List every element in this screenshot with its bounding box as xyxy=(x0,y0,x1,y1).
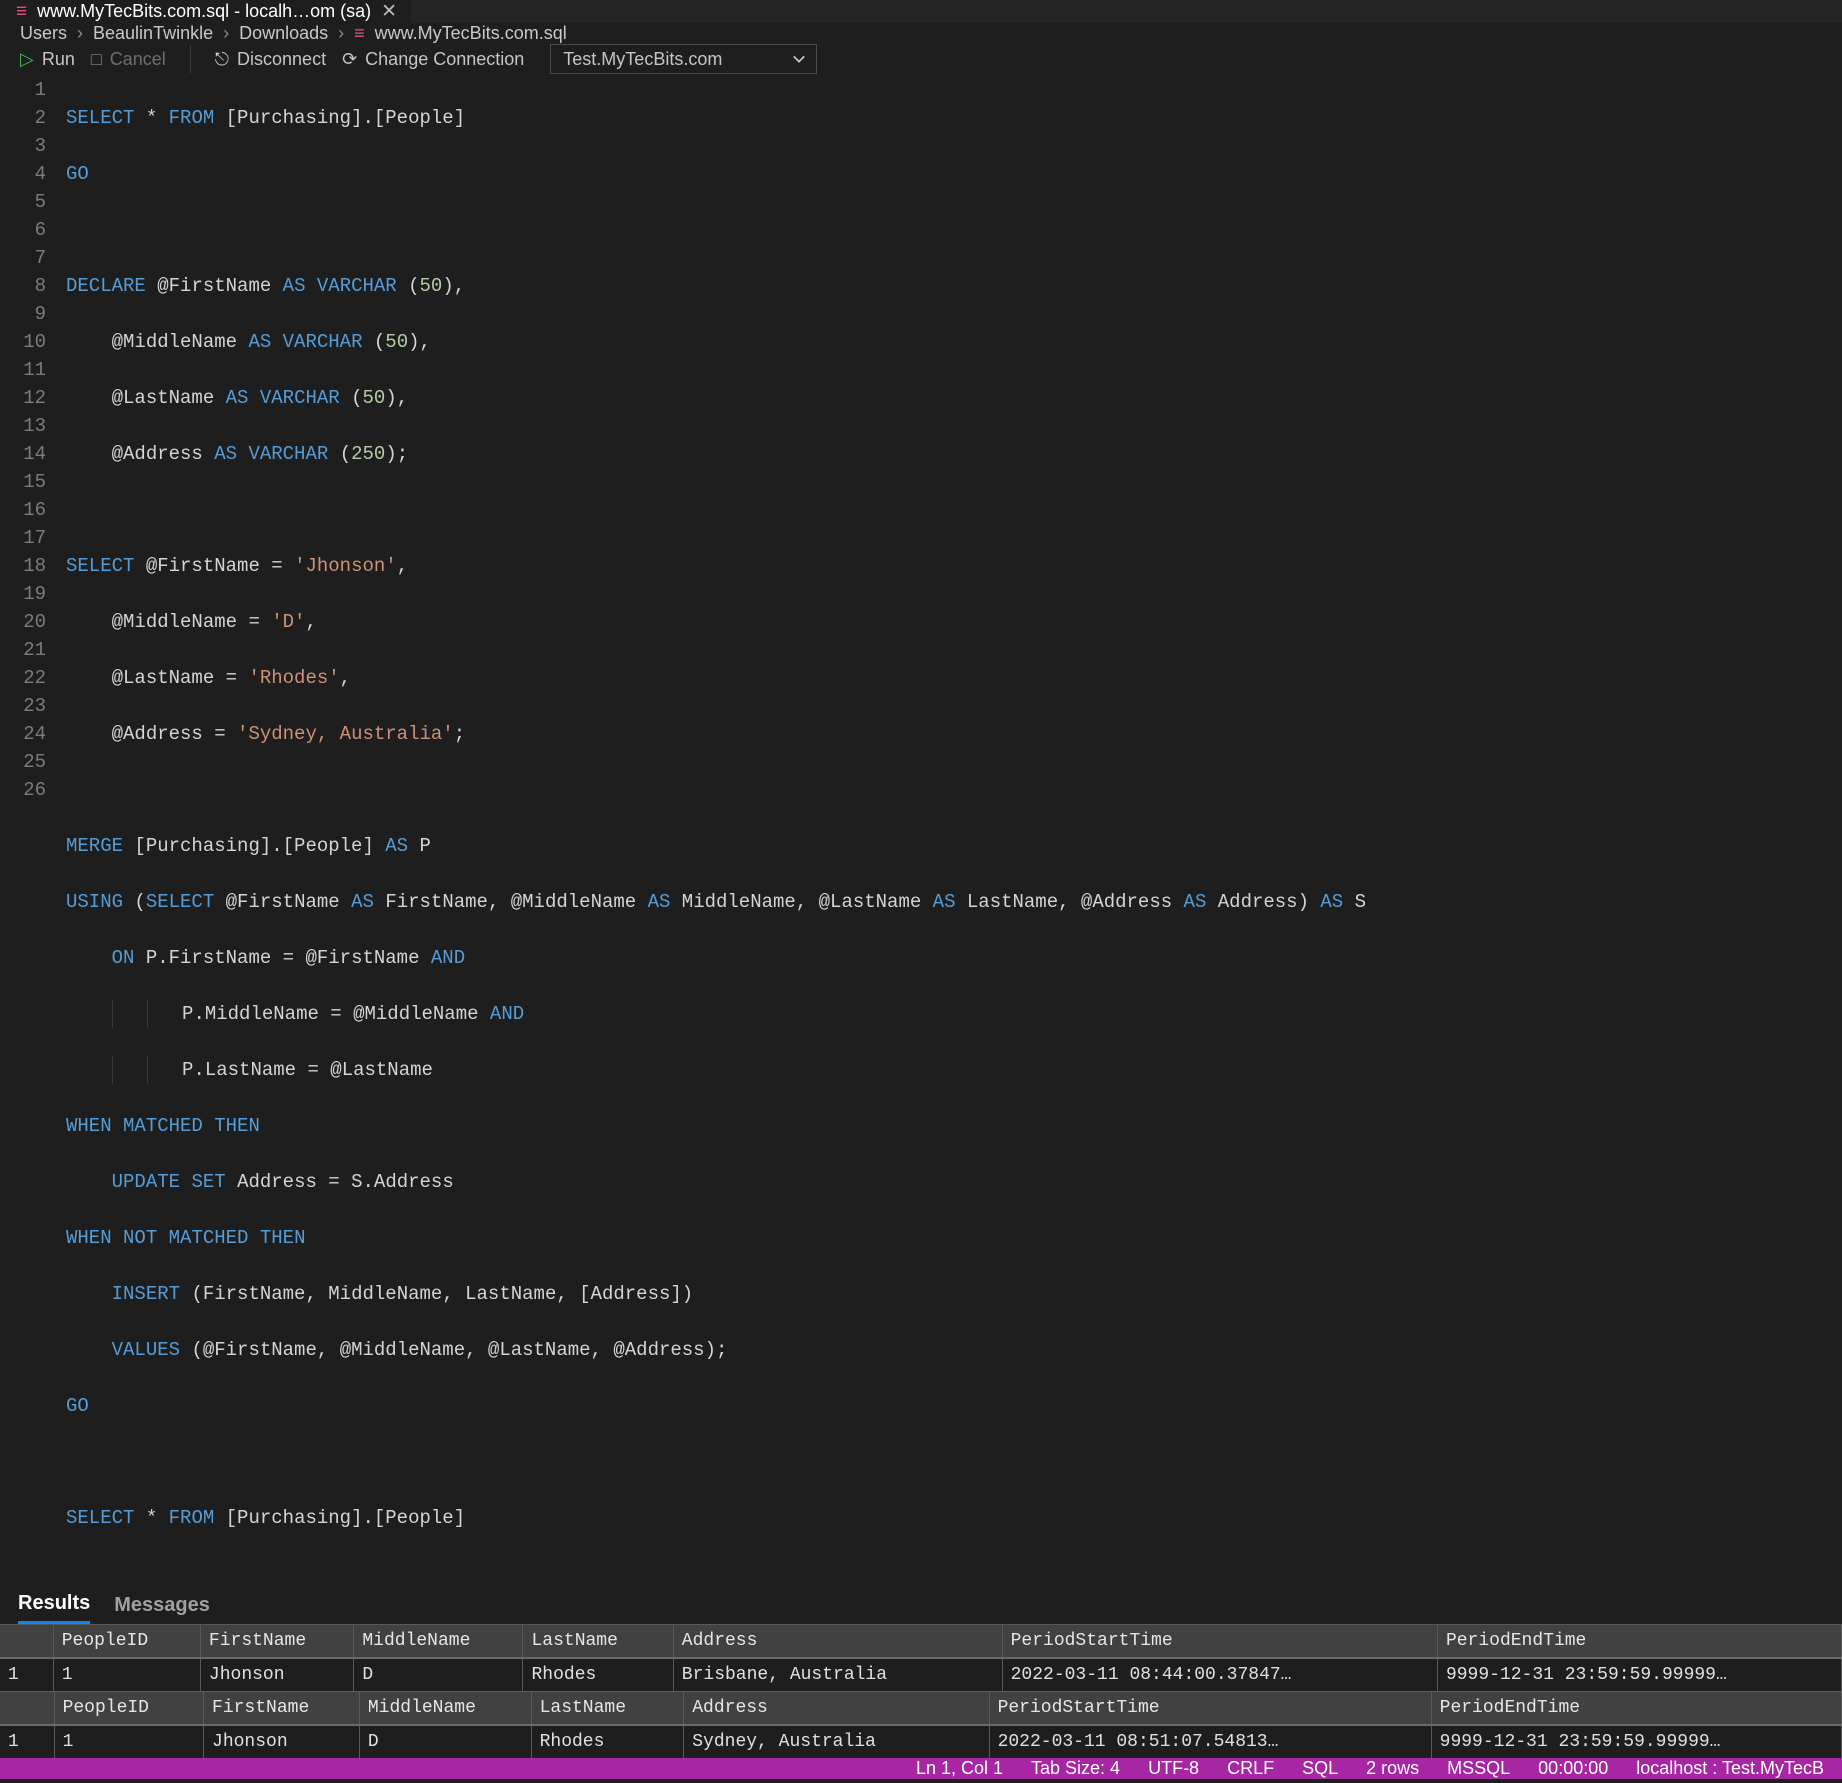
status-tabsize[interactable]: Tab Size: 4 xyxy=(1031,1758,1120,1779)
separator xyxy=(190,45,191,73)
cell[interactable]: Rhodes xyxy=(523,1658,673,1691)
disconnect-button-label: Disconnect xyxy=(237,49,326,70)
cell[interactable]: Rhodes xyxy=(531,1725,684,1758)
code-editor[interactable]: 1234567891011121314151617181920212223242… xyxy=(0,74,1842,1592)
status-elapsed: 00:00:00 xyxy=(1538,1758,1608,1779)
tab-messages[interactable]: Messages xyxy=(114,1594,210,1623)
grid-header[interactable]: PeriodEndTime xyxy=(1431,1692,1841,1726)
table-row[interactable]: 1 1 Jhonson D Rhodes Brisbane, Australia… xyxy=(0,1658,1842,1691)
disconnect-icon: ⎋ xyxy=(215,49,229,70)
tab-bar: ≡ www.MyTecBits.com.sql - localh…om (sa)… xyxy=(0,0,1842,23)
cell[interactable]: Brisbane, Australia xyxy=(673,1658,1002,1691)
database-icon: ≡ xyxy=(16,1,27,23)
cancel-button-label: Cancel xyxy=(110,49,166,70)
grid-header-row: PeopleID FirstName MiddleName LastName A… xyxy=(0,1692,1842,1726)
cell[interactable]: 9999-12-31 23:59:59.99999… xyxy=(1437,1658,1841,1691)
editor-toolbar: ▷ Run □ Cancel ⎋ Disconnect ⟳ Change Con… xyxy=(0,44,1842,74)
grid-header[interactable]: Address xyxy=(673,1625,1002,1659)
cell[interactable]: Jhonson xyxy=(204,1725,360,1758)
results-grid-1[interactable]: PeopleID FirstName MiddleName LastName A… xyxy=(0,1624,1842,1691)
play-icon: ▷ xyxy=(20,49,34,70)
chevron-right-icon: › xyxy=(338,23,344,44)
status-server-type: MSSQL xyxy=(1447,1758,1510,1779)
breadcrumb: Users › BeaulinTwinkle › Downloads › ≡ w… xyxy=(0,23,1842,44)
grid-header[interactable]: MiddleName xyxy=(354,1625,523,1659)
cell[interactable]: 1 xyxy=(53,1658,200,1691)
grid-header[interactable]: PeriodStartTime xyxy=(989,1692,1431,1726)
grid-header[interactable]: LastName xyxy=(523,1625,673,1659)
status-language[interactable]: SQL xyxy=(1302,1758,1338,1779)
chevron-down-icon xyxy=(792,52,806,66)
status-lncol[interactable]: Ln 1, Col 1 xyxy=(916,1758,1003,1779)
status-rowcount: 2 rows xyxy=(1366,1758,1419,1779)
editor-tab[interactable]: ≡ www.MyTecBits.com.sql - localh…om (sa)… xyxy=(0,0,412,23)
cell[interactable]: 1 xyxy=(54,1725,203,1758)
cell[interactable]: D xyxy=(354,1658,523,1691)
grid-header[interactable]: Address xyxy=(684,1692,989,1726)
table-row[interactable]: 1 1 Jhonson D Rhodes Sydney, Australia 2… xyxy=(0,1725,1842,1758)
grid-header-rownum[interactable] xyxy=(0,1692,54,1726)
connection-selected-value: Test.MyTecBits.com xyxy=(563,49,722,70)
cell[interactable]: 2022-03-11 08:44:00.37847… xyxy=(1002,1658,1437,1691)
cell[interactable]: 9999-12-31 23:59:59.99999… xyxy=(1431,1725,1841,1758)
grid-header-row: PeopleID FirstName MiddleName LastName A… xyxy=(0,1625,1842,1659)
close-icon[interactable]: ✕ xyxy=(381,0,397,23)
grid-header[interactable]: PeopleID xyxy=(53,1625,200,1659)
refresh-icon: ⟳ xyxy=(342,49,357,70)
tab-results[interactable]: Results xyxy=(18,1592,90,1624)
cell[interactable]: 2022-03-11 08:51:07.54813… xyxy=(989,1725,1431,1758)
status-eol[interactable]: CRLF xyxy=(1227,1758,1274,1779)
breadcrumb-item[interactable]: Users xyxy=(20,23,67,44)
breadcrumb-item[interactable]: Downloads xyxy=(239,23,328,44)
grid-header-rownum[interactable] xyxy=(0,1625,53,1659)
breadcrumb-item[interactable]: www.MyTecBits.com.sql xyxy=(375,23,567,44)
cell[interactable]: D xyxy=(359,1725,531,1758)
breadcrumb-item[interactable]: BeaulinTwinkle xyxy=(93,23,213,44)
run-button[interactable]: ▷ Run xyxy=(20,49,75,70)
status-connection[interactable]: localhost : Test.MyTecB xyxy=(1636,1758,1824,1779)
results-tabbar: Results Messages xyxy=(0,1592,1842,1624)
status-bar: Ln 1, Col 1 Tab Size: 4 UTF-8 CRLF SQL 2… xyxy=(0,1758,1842,1779)
grid-header[interactable]: FirstName xyxy=(204,1692,360,1726)
database-icon: ≡ xyxy=(354,23,365,44)
cell[interactable]: Jhonson xyxy=(200,1658,353,1691)
connection-select[interactable]: Test.MyTecBits.com xyxy=(550,44,817,74)
results-grid-2[interactable]: PeopleID FirstName MiddleName LastName A… xyxy=(0,1691,1842,1758)
grid-header[interactable]: MiddleName xyxy=(359,1692,531,1726)
grid-header[interactable]: PeriodEndTime xyxy=(1437,1625,1841,1659)
tab-title: www.MyTecBits.com.sql - localh…om (sa) xyxy=(37,1,371,22)
change-connection-label: Change Connection xyxy=(365,49,524,70)
grid-header[interactable]: LastName xyxy=(531,1692,684,1726)
row-number: 1 xyxy=(0,1725,54,1758)
status-encoding[interactable]: UTF-8 xyxy=(1148,1758,1199,1779)
cancel-button[interactable]: □ Cancel xyxy=(91,49,166,70)
cell[interactable]: Sydney, Australia xyxy=(684,1725,989,1758)
grid-header[interactable]: PeriodStartTime xyxy=(1002,1625,1437,1659)
chevron-right-icon: › xyxy=(223,23,229,44)
chevron-right-icon: › xyxy=(77,23,83,44)
change-connection-button[interactable]: ⟳ Change Connection xyxy=(342,49,524,70)
editor-gutter: 1234567891011121314151617181920212223242… xyxy=(0,76,66,1588)
grid-header[interactable]: PeopleID xyxy=(54,1692,203,1726)
run-button-label: Run xyxy=(42,49,75,70)
code-area[interactable]: SELECT * FROM [Purchasing].[People] GO D… xyxy=(66,76,1842,1588)
disconnect-button[interactable]: ⎋ Disconnect xyxy=(215,49,326,70)
row-number: 1 xyxy=(0,1658,53,1691)
grid-header[interactable]: FirstName xyxy=(200,1625,353,1659)
stop-icon: □ xyxy=(91,49,102,70)
